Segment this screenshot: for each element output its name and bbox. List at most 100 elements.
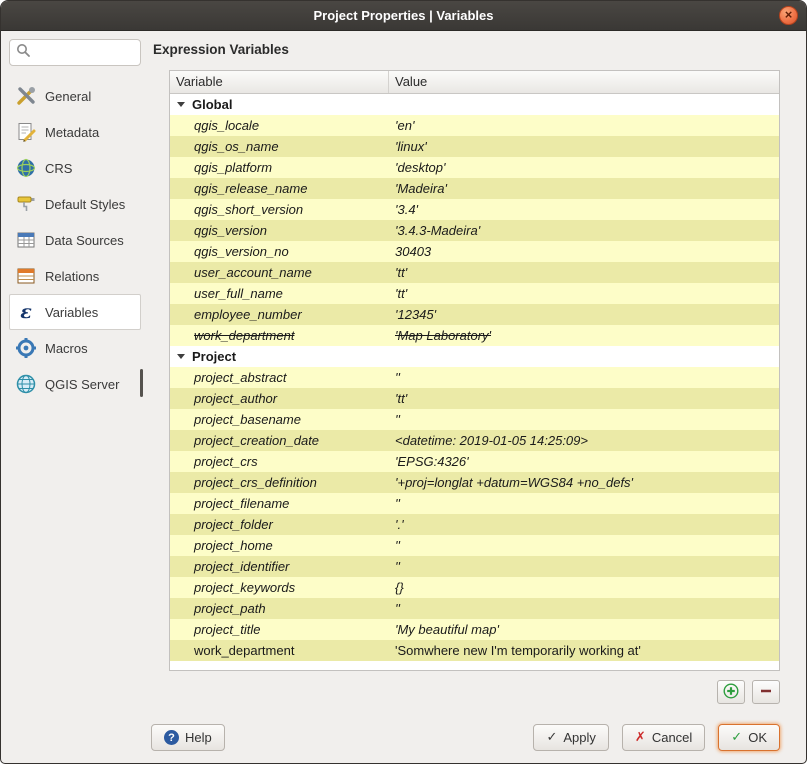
- variable-value: '': [389, 370, 779, 385]
- variable-row-project_crs_definition[interactable]: project_crs_definition'+proj=longlat +da…: [170, 472, 779, 493]
- variable-row-qgis_locale[interactable]: qgis_locale'en': [170, 115, 779, 136]
- remove-variable-button[interactable]: [752, 680, 780, 704]
- cross-icon: ✗: [635, 731, 646, 744]
- variable-row-qgis_short_version[interactable]: qgis_short_version'3.4': [170, 199, 779, 220]
- button-box: ? Help ✓ Apply ✗ Cancel ✓ OK: [151, 724, 780, 751]
- sidebar-item-metadata[interactable]: Metadata: [9, 114, 141, 150]
- sidebar-item-relations[interactable]: Relations: [9, 258, 141, 294]
- variable-value: '': [389, 496, 779, 511]
- variable-row-qgis_version[interactable]: qgis_version'3.4.3-Madeira': [170, 220, 779, 241]
- variable-row-project_path[interactable]: project_path'': [170, 598, 779, 619]
- sidebar-item-label: Data Sources: [45, 233, 124, 248]
- cancel-button-label: Cancel: [652, 730, 692, 745]
- sidebar-item-data-sources[interactable]: Data Sources: [9, 222, 141, 258]
- variable-value: 30403: [389, 244, 779, 259]
- column-header-value[interactable]: Value: [389, 71, 779, 93]
- group-label: Global: [192, 97, 232, 112]
- column-header-variable[interactable]: Variable: [170, 71, 389, 93]
- sidebar-item-label: Metadata: [45, 125, 99, 140]
- variable-name: project_abstract: [170, 370, 389, 385]
- ok-button[interactable]: ✓ OK: [718, 724, 780, 751]
- expander-icon[interactable]: [177, 102, 185, 107]
- variable-name: qgis_os_name: [170, 139, 389, 154]
- ok-button-label: OK: [748, 730, 767, 745]
- help-button-label: Help: [185, 730, 212, 745]
- variable-row-project_keywords[interactable]: project_keywords{}: [170, 577, 779, 598]
- variable-row-work_department[interactable]: work_department'Map Laboratory': [170, 325, 779, 346]
- variable-row-project_home[interactable]: project_home'': [170, 535, 779, 556]
- cancel-button[interactable]: ✗ Cancel: [622, 724, 705, 751]
- variable-name: project_keywords: [170, 580, 389, 595]
- variable-value: 'en': [389, 118, 779, 133]
- variable-value: '12345': [389, 307, 779, 322]
- sidebar-item-general[interactable]: General: [9, 78, 141, 114]
- sidebar-item-label: Default Styles: [45, 197, 125, 212]
- table-body: Global qgis_locale'en'qgis_os_name'linux'…: [170, 94, 779, 661]
- data-sources-icon: [14, 228, 38, 252]
- add-variable-button[interactable]: [717, 680, 745, 704]
- apply-button[interactable]: ✓ Apply: [533, 724, 608, 751]
- variable-row-project_crs[interactable]: project_crs'EPSG:4326': [170, 451, 779, 472]
- sidebar-item-macros[interactable]: Macros: [9, 330, 141, 366]
- general-icon: [14, 84, 38, 108]
- sidebar-item-variables[interactable]: εVariables: [9, 294, 141, 330]
- variable-value: 'Madeira': [389, 181, 779, 196]
- sidebar-nav: General Metadata CRS Default Styles Data Sou…: [9, 78, 141, 402]
- sidebar-item-label: Relations: [45, 269, 99, 284]
- help-button[interactable]: ? Help: [151, 724, 225, 751]
- sidebar-item-default-styles[interactable]: Default Styles: [9, 186, 141, 222]
- variable-row-employee_number[interactable]: employee_number'12345': [170, 304, 779, 325]
- variable-row-project_folder[interactable]: project_folder'.': [170, 514, 779, 535]
- page-title: Expression Variables: [153, 42, 798, 57]
- variable-name: project_basename: [170, 412, 389, 427]
- group-row-project[interactable]: Project: [170, 346, 779, 367]
- variable-name: work_department: [170, 643, 389, 658]
- variable-row-user_full_name[interactable]: user_full_name'tt': [170, 283, 779, 304]
- variable-name: employee_number: [170, 307, 389, 322]
- sidebar-item-crs[interactable]: CRS: [9, 150, 141, 186]
- table-actions: [151, 680, 780, 704]
- variable-value: 'tt': [389, 265, 779, 280]
- variable-row-work_department[interactable]: work_department'Somwhere new I'm tempora…: [170, 640, 779, 661]
- variable-value: 'Somwhere new I'm temporarily working at…: [389, 643, 779, 658]
- variable-name: project_crs_definition: [170, 475, 389, 490]
- variable-row-qgis_version_no[interactable]: qgis_version_no30403: [170, 241, 779, 262]
- variable-name: project_path: [170, 601, 389, 616]
- metadata-icon: [14, 120, 38, 144]
- variable-row-project_creation_date[interactable]: project_creation_date<datetime: 2019-01-…: [170, 430, 779, 451]
- variable-row-project_abstract[interactable]: project_abstract'': [170, 367, 779, 388]
- sidebar-item-qgis-server[interactable]: QGIS Server: [9, 366, 141, 402]
- variable-value: '.': [389, 517, 779, 532]
- close-icon[interactable]: ×: [779, 6, 798, 25]
- group-row-global[interactable]: Global: [170, 94, 779, 115]
- variable-value: 'desktop': [389, 160, 779, 175]
- variable-row-project_basename[interactable]: project_basename'': [170, 409, 779, 430]
- variable-name: project_author: [170, 391, 389, 406]
- variable-name: qgis_version: [170, 223, 389, 238]
- variables-table: Variable Value Globalqgis_locale'en'qgis…: [169, 70, 780, 671]
- variable-row-project_filename[interactable]: project_filename'': [170, 493, 779, 514]
- expander-icon[interactable]: [177, 354, 185, 359]
- variable-value: 'tt': [389, 286, 779, 301]
- sidebar-scrollbar-thumb[interactable]: [140, 369, 143, 397]
- sidebar-item-label: Variables: [45, 305, 98, 320]
- variable-row-qgis_platform[interactable]: qgis_platform'desktop': [170, 157, 779, 178]
- variable-row-qgis_os_name[interactable]: qgis_os_name'linux': [170, 136, 779, 157]
- dialog-body: General Metadata CRS Default Styles Data Sou…: [1, 31, 806, 763]
- variable-row-project_author[interactable]: project_author'tt': [170, 388, 779, 409]
- sidebar-item-label: General: [45, 89, 91, 104]
- group-label: Project: [192, 349, 236, 364]
- variable-value: <datetime: 2019-01-05 14:25:09>: [389, 433, 779, 448]
- variable-name: project_identifier: [170, 559, 389, 574]
- variable-row-qgis_release_name[interactable]: qgis_release_name'Madeira': [170, 178, 779, 199]
- window-title: Project Properties | Variables: [314, 8, 494, 23]
- variable-value: '': [389, 601, 779, 616]
- variable-row-user_account_name[interactable]: user_account_name'tt': [170, 262, 779, 283]
- search-input[interactable]: [35, 45, 134, 61]
- default-styles-icon: [14, 192, 38, 216]
- crs-icon: [14, 156, 38, 180]
- variable-row-project_title[interactable]: project_title'My beautiful map': [170, 619, 779, 640]
- variable-value: 'tt': [389, 391, 779, 406]
- variable-name: project_crs: [170, 454, 389, 469]
- variable-row-project_identifier[interactable]: project_identifier'': [170, 556, 779, 577]
